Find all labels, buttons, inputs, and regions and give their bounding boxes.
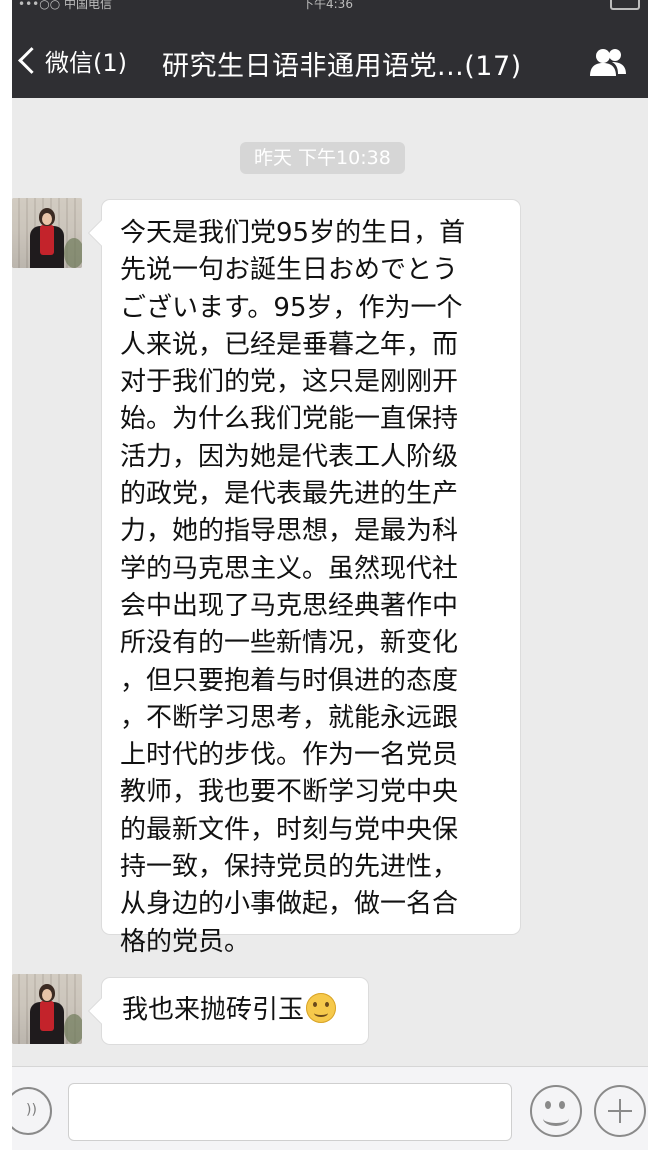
message-text-wrapper: 我也来抛砖引玉 xyxy=(102,978,368,1029)
message-bubble[interactable]: 今天是我们党95岁的生日，首 先说一句お誕生日おめでとう ございます。95岁，作… xyxy=(102,200,520,957)
emoji-icon[interactable] xyxy=(530,1085,582,1137)
nav-bar: 微信(1) 研究生日语非通用语党...(17) xyxy=(12,14,648,98)
chat-screen: •••○○ 中国电信 下午4:36 微信(1) 研究生日语非通用语党...(17… xyxy=(12,0,648,1150)
message-timestamp: 昨天 下午10:38 xyxy=(240,142,405,174)
battery-icon xyxy=(610,0,640,10)
group-members-icon[interactable] xyxy=(588,46,628,78)
plus-icon[interactable] xyxy=(594,1085,646,1137)
message-text: 今天是我们党95岁的生日，首 先说一句お誕生日おめでとう ございます。95岁，作… xyxy=(120,218,466,957)
chevron-left-icon xyxy=(18,46,45,74)
status-bar: •••○○ 中国电信 下午4:36 xyxy=(12,0,648,14)
back-button[interactable]: 微信(1) xyxy=(14,42,127,78)
input-bar: )) xyxy=(12,1066,648,1150)
smile-emoji-icon xyxy=(306,993,337,1023)
message-input[interactable] xyxy=(68,1083,512,1141)
clock: 下午4:36 xyxy=(302,0,353,11)
avatar[interactable] xyxy=(12,198,82,268)
message-bubble[interactable]: 我也来抛砖引玉 xyxy=(102,978,368,1044)
message-text: 我也来抛砖引玉 xyxy=(122,995,305,1025)
avatar[interactable] xyxy=(12,974,82,1044)
carrier-label: •••○○ 中国电信 xyxy=(18,0,112,11)
back-label: 微信(1) xyxy=(45,48,127,77)
chat-title: 研究生日语非通用语党...(17) xyxy=(162,51,522,82)
voice-icon[interactable]: )) xyxy=(12,1087,52,1135)
